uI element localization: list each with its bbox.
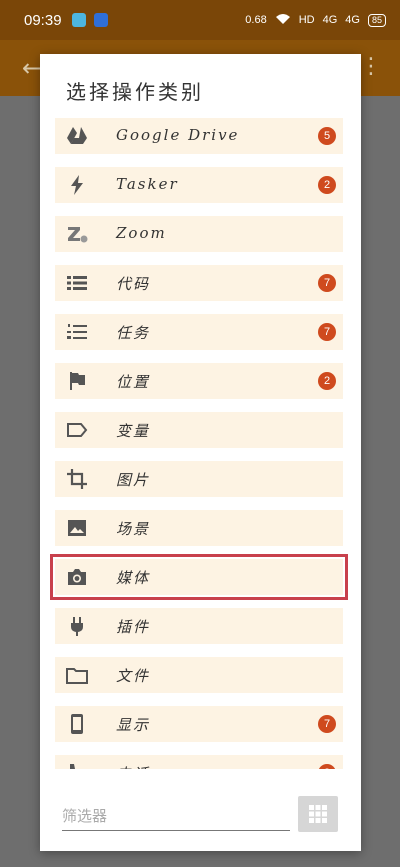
grid-icon: [309, 805, 327, 823]
grid-view-button[interactable]: [298, 796, 338, 832]
category-item[interactable]: 任务 7: [55, 314, 343, 350]
category-label: 文件: [116, 667, 151, 685]
tag-icon: [67, 423, 88, 437]
count-badge: 7: [318, 274, 336, 292]
count-badge: 7: [318, 715, 336, 733]
category-label: 插件: [116, 618, 151, 636]
status-time: 09:39: [24, 11, 62, 29]
category-item[interactable]: 场景: [55, 510, 343, 546]
plug-icon: [71, 617, 83, 636]
lightning-icon: [71, 175, 83, 195]
count-badge: 2: [318, 372, 336, 390]
signal-label-1: 4G: [322, 14, 338, 26]
category-item[interactable]: 媒体: [50, 554, 348, 600]
hd-label: HD: [298, 14, 315, 26]
phone-icon: [71, 714, 83, 734]
count-badge: 7: [318, 323, 336, 341]
image-icon: [68, 520, 86, 536]
flag-icon: [70, 372, 85, 390]
category-label: 任务: [116, 324, 151, 342]
qq-icon: [71, 13, 86, 27]
app-notification-icon: [93, 13, 108, 27]
category-item[interactable]: 变量: [55, 412, 343, 448]
dialog-title: 选择操作类别: [66, 80, 204, 104]
net-speed: 0.68: [245, 14, 267, 26]
category-list[interactable]: Google Drive 5 Tasker 2 Zoom 代码 7 任务 7 位置 2 变量图片场景媒…: [40, 118, 361, 823]
zoom-icon: [68, 227, 88, 243]
task-list-icon: [67, 324, 87, 339]
category-label: Tasker: [116, 175, 179, 193]
category-item[interactable]: 文件: [55, 657, 343, 693]
category-item[interactable]: Google Drive 5: [55, 118, 343, 154]
category-label: 代码: [116, 275, 151, 293]
filter-input[interactable]: [62, 801, 290, 831]
signal-label-2: 4G: [345, 14, 360, 26]
category-label: 变量: [116, 422, 151, 440]
category-label: Zoom: [116, 224, 167, 242]
camera-icon: [68, 569, 86, 585]
status-indicators: 0.68 HD 4G 4G 85: [245, 13, 386, 28]
category-item[interactable]: Zoom: [55, 216, 343, 252]
category-label: 场景: [116, 520, 151, 538]
count-badge: 2: [318, 176, 336, 194]
count-badge: 5: [318, 127, 336, 145]
category-item[interactable]: 代码 7: [55, 265, 343, 301]
category-label: 显示: [116, 716, 151, 734]
category-item[interactable]: 位置 2: [55, 363, 343, 399]
category-item[interactable]: 显示 7: [55, 706, 343, 742]
filter-bar: [40, 769, 361, 851]
select-category-dialog: 选择操作类别 Google Drive 5 Tasker 2 Zoom 代码 7 任务 7 位置 2…: [40, 54, 361, 851]
wifi-icon: [275, 13, 291, 28]
category-label: 图片: [116, 471, 151, 489]
category-label: 媒体: [116, 569, 151, 587]
more-options-icon[interactable]: ⋮: [360, 54, 382, 79]
crop-icon: [67, 469, 87, 489]
category-item[interactable]: 插件: [55, 608, 343, 644]
status-bar: 09:39 0.68 HD 4G 4G 85: [0, 0, 400, 40]
category-label: 位置: [116, 373, 151, 391]
battery-indicator: 85: [367, 13, 386, 27]
category-label: Google Drive: [116, 126, 240, 144]
code-list-icon: [67, 276, 87, 290]
folder-icon: [66, 668, 88, 684]
google-drive-icon: [67, 127, 87, 144]
category-item[interactable]: 图片: [55, 461, 343, 497]
category-item[interactable]: Tasker 2: [55, 167, 343, 203]
